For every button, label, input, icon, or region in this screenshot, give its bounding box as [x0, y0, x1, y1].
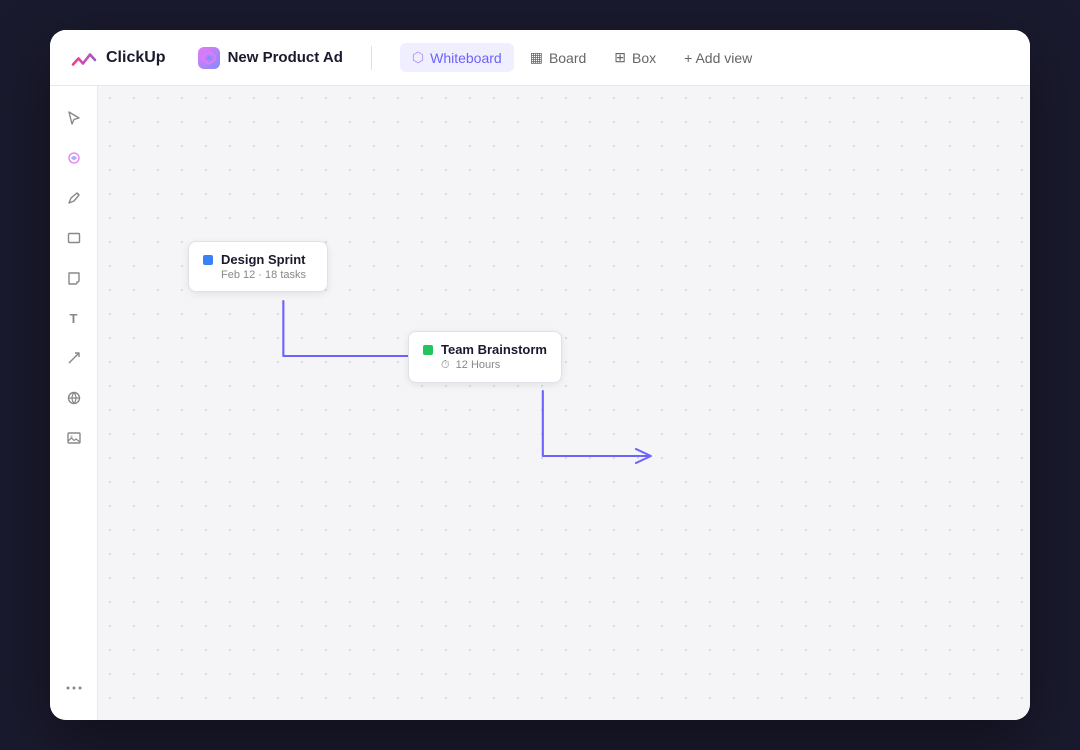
app-window: ClickUp New Product Ad ⬡ Whiteboard ▦ Bo…	[50, 30, 1030, 720]
box-tab-icon: ⊞	[614, 49, 626, 66]
nav-tabs: ⬡ Whiteboard ▦ Board ⊞ Box + Add view	[400, 43, 764, 72]
team-brainstorm-subtitle: 12 Hours	[456, 359, 501, 371]
team-brainstorm-node[interactable]: Team Brainstorm ⏱ 12 Hours	[408, 331, 562, 383]
pen-tool-icon[interactable]	[58, 182, 90, 214]
add-view-label: + Add view	[684, 50, 752, 66]
design-sprint-dot	[203, 255, 213, 265]
sidebar: T	[50, 86, 98, 720]
team-brainstorm-dot	[423, 345, 433, 355]
ai-tool-icon[interactable]	[58, 142, 90, 174]
tab-box[interactable]: ⊞ Box	[602, 43, 668, 72]
text-tool-label: T	[70, 311, 78, 326]
nav-divider	[371, 46, 372, 70]
design-sprint-node[interactable]: Design Sprint Feb 12 · 18 tasks	[188, 241, 328, 292]
team-brainstorm-meta: ⏱ 12 Hours	[423, 359, 547, 372]
project-title: New Product Ad	[228, 49, 343, 66]
main-content: T	[50, 86, 1030, 720]
more-tools-icon[interactable]	[58, 672, 90, 704]
team-brainstorm-header: Team Brainstorm	[423, 342, 547, 357]
image-tool-icon[interactable]	[58, 422, 90, 454]
team-brainstorm-title: Team Brainstorm	[441, 342, 547, 357]
project-title-area: New Product Ad	[198, 47, 343, 69]
board-tab-icon: ▦	[530, 49, 543, 66]
connector-tool-icon[interactable]	[58, 342, 90, 374]
design-sprint-title: Design Sprint	[221, 252, 306, 267]
board-tab-label: Board	[549, 50, 586, 66]
design-sprint-meta: Feb 12 · 18 tasks	[203, 269, 313, 281]
tab-board[interactable]: ▦ Board	[518, 43, 599, 72]
clock-icon: ⏱	[441, 359, 450, 371]
globe-tool-icon[interactable]	[58, 382, 90, 414]
rectangle-tool-icon[interactable]	[58, 222, 90, 254]
project-icon	[198, 47, 220, 69]
header: ClickUp New Product Ad ⬡ Whiteboard ▦ Bo…	[50, 30, 1030, 86]
whiteboard-tab-label: Whiteboard	[430, 50, 502, 66]
arrows-svg	[98, 86, 1030, 720]
cursor-tool-icon[interactable]	[58, 102, 90, 134]
canvas-area[interactable]: Design Sprint Feb 12 · 18 tasks Team Bra…	[98, 86, 1030, 720]
clickup-logo-icon	[70, 44, 98, 72]
add-view-button[interactable]: + Add view	[672, 44, 764, 72]
design-sprint-header: Design Sprint	[203, 252, 313, 267]
logo-area: ClickUp	[70, 44, 166, 72]
tab-whiteboard[interactable]: ⬡ Whiteboard	[400, 43, 514, 72]
whiteboard-tab-icon: ⬡	[412, 49, 424, 66]
text-tool-icon[interactable]: T	[58, 302, 90, 334]
note-tool-icon[interactable]	[58, 262, 90, 294]
logo-text: ClickUp	[106, 49, 166, 67]
box-tab-label: Box	[632, 50, 656, 66]
